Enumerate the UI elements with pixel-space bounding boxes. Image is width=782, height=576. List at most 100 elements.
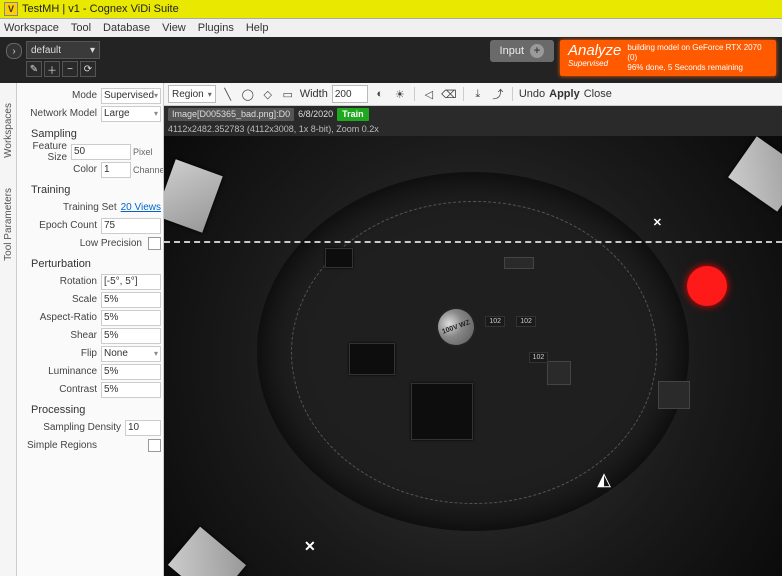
epoch-input[interactable]: 75: [101, 218, 161, 234]
menu-bar: Workspace Tool Database View Plugins Hel…: [0, 19, 782, 37]
contrast-input[interactable]: 5%: [101, 382, 161, 398]
epoch-label: Epoch Count: [19, 220, 101, 231]
luminance-input[interactable]: 5%: [101, 364, 161, 380]
mode-dropdown[interactable]: Supervised: [101, 88, 161, 104]
workspace-dropdown[interactable]: default▾: [26, 41, 100, 59]
app-icon: V: [4, 2, 18, 16]
smd-component: [658, 381, 690, 409]
share-icon[interactable]: ⤴: [490, 86, 506, 102]
expand-toggle[interactable]: ›: [6, 43, 22, 59]
lowprec-checkbox[interactable]: [148, 237, 161, 250]
remove-icon[interactable]: −: [62, 61, 78, 77]
canvas-toolbar: Region ╲ ◯ ◇ ▭ Width 200 ◐ ☀ ◁ ⌫ ⤓ ⤴ Und…: [164, 83, 782, 106]
menu-database[interactable]: Database: [103, 22, 150, 34]
bracket-corner: [168, 527, 246, 576]
color-input[interactable]: 1: [101, 162, 131, 178]
image-meta: 4112x2482.352783 (4112x3008, 1x 8-bit), …: [164, 122, 782, 136]
rect-tool-icon[interactable]: ▭: [280, 86, 296, 102]
title-bar: V TestMH | v1 - Cognex ViDi Suite: [0, 0, 782, 19]
cross-marker-icon: ✕: [304, 538, 316, 555]
circle-tool-icon[interactable]: ◯: [240, 86, 256, 102]
refresh-icon[interactable]: ⟳: [80, 61, 96, 77]
edit-icon[interactable]: ✎: [26, 61, 42, 77]
add-icon[interactable]: ＋: [44, 61, 60, 77]
prev-icon[interactable]: ◁: [421, 86, 437, 102]
scale-input[interactable]: 5%: [101, 292, 161, 308]
menu-tool[interactable]: Tool: [71, 22, 91, 34]
line-tool-icon[interactable]: ╲: [220, 86, 236, 102]
feature-label: Feature Size: [19, 141, 71, 163]
scale-label: Scale: [19, 294, 101, 305]
menu-view[interactable]: View: [162, 22, 186, 34]
shear-label: Shear: [19, 330, 101, 341]
defect-marker[interactable]: [687, 266, 727, 306]
trainset-link[interactable]: 20 Views: [121, 202, 161, 213]
luminance-label: Luminance: [19, 366, 101, 377]
aspect-input[interactable]: 5%: [101, 310, 161, 326]
lowprec-label: Low Precision: [19, 238, 146, 249]
canvas-area: Region ╲ ◯ ◇ ▭ Width 200 ◐ ☀ ◁ ⌫ ⤓ ⤴ Und…: [164, 83, 782, 576]
side-tab-strip: Workspaces Tool Parameters: [0, 83, 17, 576]
width-input[interactable]: 200: [332, 85, 368, 103]
input-button[interactable]: Input +: [490, 40, 554, 62]
network-dropdown[interactable]: Large: [101, 106, 161, 122]
region-dropdown[interactable]: Region: [168, 85, 216, 103]
ic-chip: [411, 383, 473, 440]
smd-component: [547, 361, 571, 385]
density-input[interactable]: 10: [125, 420, 161, 436]
processing-heading: Processing: [31, 404, 161, 416]
trainset-label: Training Set: [19, 202, 121, 213]
color-label: Color: [19, 164, 101, 175]
rotation-label: Rotation: [19, 276, 101, 287]
simple-label: Simple Regions: [19, 440, 146, 451]
mask-tool-icon[interactable]: ◐: [372, 86, 388, 102]
smd-component: [504, 257, 534, 269]
perturbation-heading: Perturbation: [31, 258, 161, 270]
breadcrumb-bar: Image[D005365_bad.png]:D0 6/8/2020 Train: [164, 106, 782, 122]
image-viewport[interactable]: 100V WZ 102 102 102 ✕ ✕ ◭: [164, 136, 782, 576]
resistor-label: 102: [516, 316, 536, 327]
feature-input[interactable]: 50: [71, 144, 131, 160]
brightness-icon[interactable]: ☀: [392, 86, 408, 102]
cross-marker-icon: ✕: [653, 216, 662, 229]
menu-workspace[interactable]: Workspace: [4, 22, 59, 34]
analyze-status[interactable]: Analyze Supervised building model on GeF…: [560, 40, 776, 76]
menu-help[interactable]: Help: [246, 22, 269, 34]
menu-plugins[interactable]: Plugins: [198, 22, 234, 34]
close-button[interactable]: Close: [584, 88, 612, 100]
flip-dropdown[interactable]: None: [101, 346, 161, 362]
window-title: TestMH | v1 - Cognex ViDi Suite: [22, 3, 179, 15]
undo-button[interactable]: Undo: [519, 88, 545, 100]
sampling-heading: Sampling: [31, 128, 161, 140]
simple-checkbox[interactable]: [148, 439, 161, 452]
apply-button[interactable]: Apply: [549, 88, 580, 100]
region-top-edge[interactable]: [164, 241, 782, 243]
export-icon[interactable]: ⤓: [470, 86, 486, 102]
tab-tool-parameters[interactable]: Tool Parameters: [3, 188, 14, 261]
contrast-label: Contrast: [19, 384, 101, 395]
polygon-tool-icon[interactable]: ◇: [260, 86, 276, 102]
triangle-marker-icon: ◭: [591, 468, 617, 490]
ic-chip: [349, 343, 395, 375]
bracket-corner: [164, 159, 223, 232]
ic-chip: [325, 248, 353, 268]
rotation-input[interactable]: [-5°, 5°]: [101, 274, 161, 290]
pcb-image: [257, 172, 690, 531]
resistor-label: 102: [485, 316, 505, 327]
shear-input[interactable]: 5%: [101, 328, 161, 344]
network-label: Network Model: [19, 108, 101, 119]
density-label: Sampling Density: [19, 422, 125, 433]
image-tag[interactable]: Image[D005365_bad.png]:D0: [168, 108, 294, 121]
tab-workspaces[interactable]: Workspaces: [3, 103, 14, 158]
image-date: 6/8/2020: [298, 109, 333, 119]
training-heading: Training: [31, 184, 161, 196]
parameters-panel: ModeSupervised Network ModelLarge Sampli…: [17, 83, 164, 576]
bracket-corner: [728, 136, 782, 211]
resistor-label: 102: [529, 352, 549, 363]
flip-label: Flip: [19, 348, 101, 359]
color-suffix: Channel: [133, 165, 161, 175]
width-label: Width: [300, 88, 328, 100]
feature-suffix: Pixel: [133, 147, 161, 157]
delete-icon[interactable]: ⌫: [441, 86, 457, 102]
plus-icon: +: [530, 44, 544, 58]
